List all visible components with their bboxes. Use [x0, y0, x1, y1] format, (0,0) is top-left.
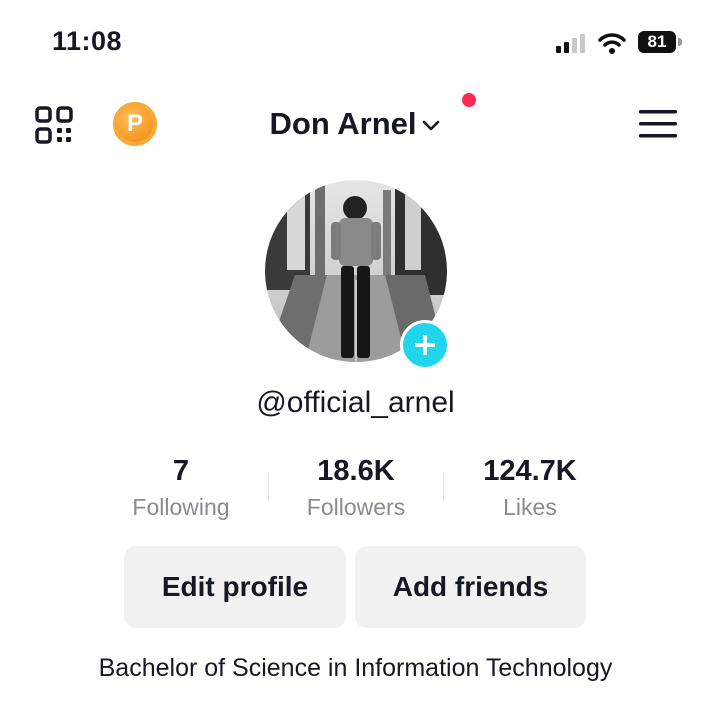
stat-value: 7: [172, 455, 190, 487]
hamburger-menu-icon[interactable]: [638, 108, 678, 140]
notification-dot: [462, 93, 476, 107]
qr-code-icon[interactable]: [35, 106, 73, 144]
battery-tip: [678, 38, 682, 46]
status-time: 11:08: [52, 26, 123, 56]
stat-following[interactable]: 7 Following: [91, 455, 271, 521]
profile-bio: Bachelor of Science in Information Techn…: [98, 654, 613, 682]
stat-label: Followers: [306, 494, 406, 520]
cellular-signal-icon: [556, 34, 585, 53]
stat-value: 18.6K: [317, 455, 395, 487]
account-switcher[interactable]: Don Arnel: [240, 104, 470, 144]
username: @official_arnel: [256, 386, 455, 419]
stat-label: Following: [132, 494, 230, 520]
add-friends-button[interactable]: Add friends: [355, 546, 586, 628]
add-avatar-button[interactable]: [400, 320, 450, 370]
wifi-icon: [598, 33, 626, 54]
edit-profile-button[interactable]: Edit profile: [124, 546, 346, 628]
plus-icon: [415, 335, 435, 355]
stat-label: Likes: [503, 494, 557, 520]
page-title: Don Arnel: [269, 106, 417, 141]
chevron-down-icon: [423, 120, 440, 131]
coin-icon[interactable]: P: [113, 102, 157, 146]
stat-value: 124.7K: [483, 455, 577, 487]
battery-indicator: 81: [638, 31, 684, 55]
stat-likes[interactable]: 124.7K Likes: [440, 455, 620, 521]
battery-level: 81: [638, 31, 676, 53]
stat-followers[interactable]: 18.6K Followers: [266, 455, 446, 521]
coin-label: P: [126, 110, 143, 137]
